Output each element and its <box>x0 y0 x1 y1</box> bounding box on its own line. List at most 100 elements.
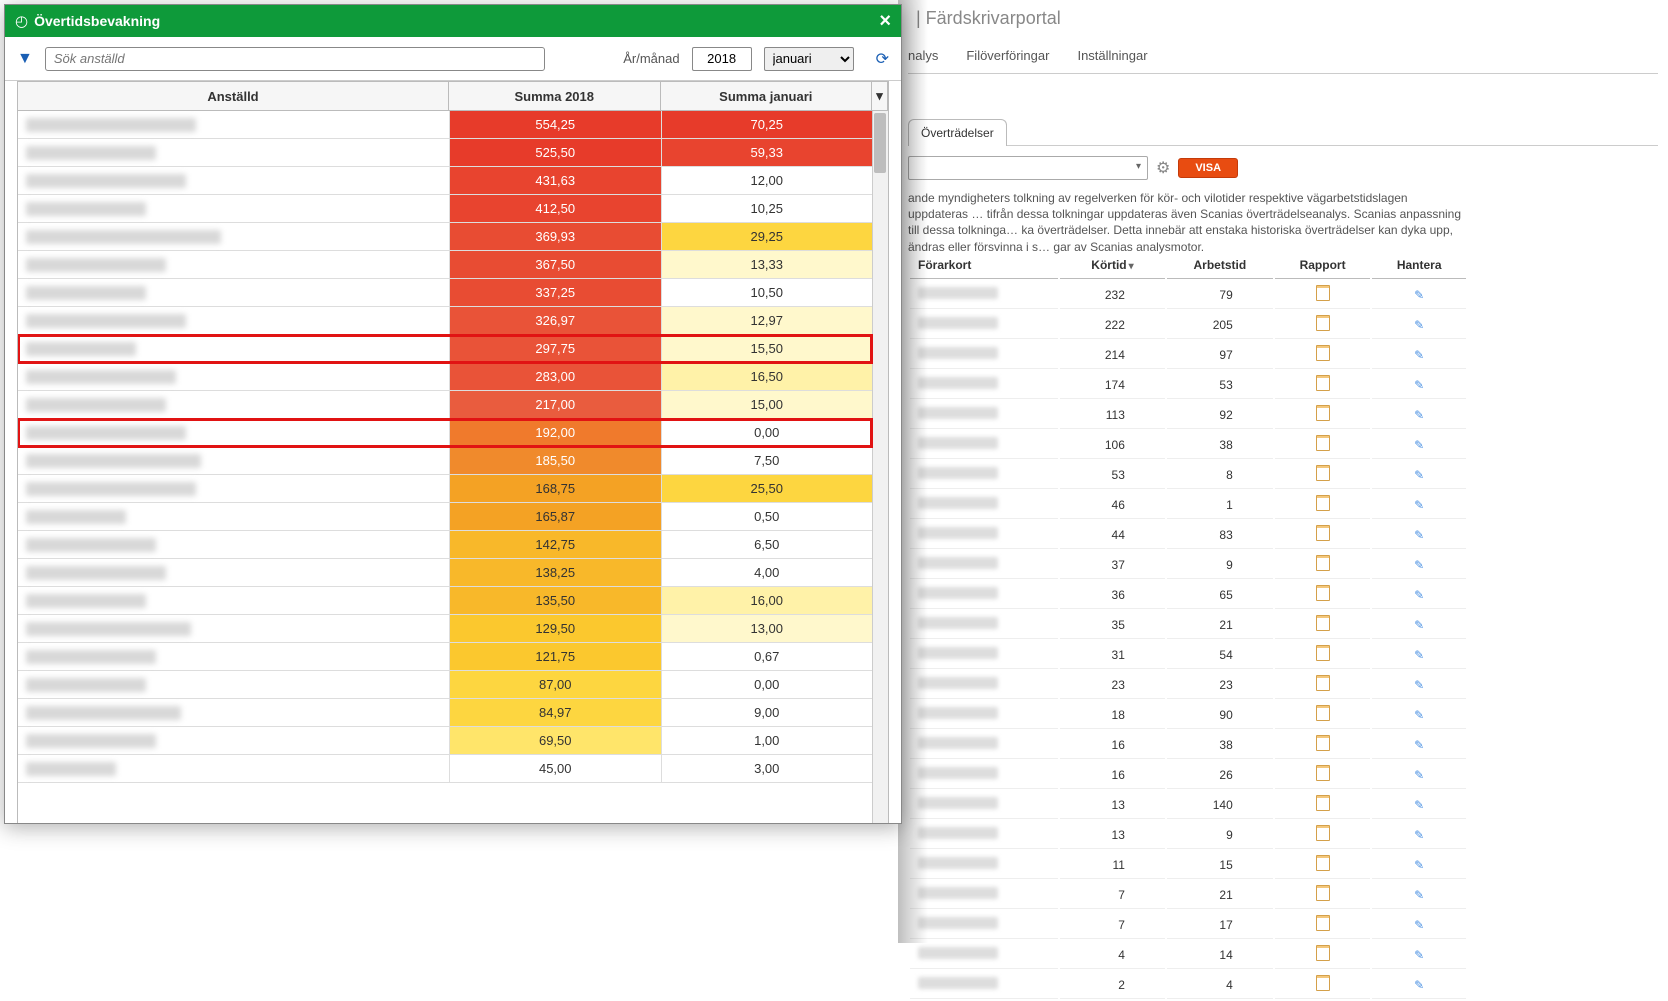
report-icon[interactable] <box>1316 320 1330 334</box>
hantera-cell[interactable]: ✎ <box>1372 371 1466 399</box>
hantera-cell[interactable]: ✎ <box>1372 641 1466 669</box>
table-row[interactable]: 367,5013,33 <box>18 251 872 279</box>
table-row[interactable]: 192,000,00 <box>18 419 872 447</box>
table-row[interactable]: 412,5010,25 <box>18 195 872 223</box>
rapport-cell[interactable] <box>1275 791 1371 819</box>
edit-icon[interactable]: ✎ <box>1414 828 1424 842</box>
table-row[interactable]: 17453✎ <box>910 371 1466 399</box>
rapport-cell[interactable] <box>1275 911 1371 939</box>
report-icon[interactable] <box>1316 680 1330 694</box>
hantera-cell[interactable]: ✎ <box>1372 341 1466 369</box>
table-row[interactable]: 379✎ <box>910 551 1466 579</box>
col-forarkort[interactable]: Förarkort <box>910 252 1058 279</box>
report-icon[interactable] <box>1316 350 1330 364</box>
rapport-cell[interactable] <box>1275 881 1371 909</box>
report-icon[interactable] <box>1316 980 1330 994</box>
rapport-cell[interactable] <box>1275 281 1371 309</box>
hantera-cell[interactable]: ✎ <box>1372 491 1466 519</box>
table-row[interactable]: 717✎ <box>910 911 1466 939</box>
hantera-cell[interactable]: ✎ <box>1372 551 1466 579</box>
close-icon[interactable]: × <box>879 10 891 33</box>
hantera-cell[interactable]: ✎ <box>1372 311 1466 339</box>
table-row[interactable]: 414✎ <box>910 941 1466 969</box>
hantera-cell[interactable]: ✎ <box>1372 401 1466 429</box>
rapport-cell[interactable] <box>1275 851 1371 879</box>
rapport-cell[interactable] <box>1275 401 1371 429</box>
rapport-cell[interactable] <box>1275 551 1371 579</box>
table-row[interactable]: 23279✎ <box>910 281 1466 309</box>
edit-icon[interactable]: ✎ <box>1414 648 1424 662</box>
table-row[interactable]: 84,979,00 <box>18 699 872 727</box>
edit-icon[interactable]: ✎ <box>1414 888 1424 902</box>
hantera-cell[interactable]: ✎ <box>1372 731 1466 759</box>
table-row[interactable]: 369,9329,25 <box>18 223 872 251</box>
table-row[interactable]: 138,254,00 <box>18 559 872 587</box>
table-row[interactable]: 13140✎ <box>910 791 1466 819</box>
report-icon[interactable] <box>1316 440 1330 454</box>
table-row[interactable]: 1890✎ <box>910 701 1466 729</box>
rapport-cell[interactable] <box>1275 761 1371 789</box>
edit-icon[interactable]: ✎ <box>1414 738 1424 752</box>
edit-icon[interactable]: ✎ <box>1414 378 1424 392</box>
edit-icon[interactable]: ✎ <box>1414 528 1424 542</box>
scrollbar-thumb[interactable] <box>874 113 886 173</box>
table-row[interactable]: 10638✎ <box>910 431 1466 459</box>
edit-icon[interactable]: ✎ <box>1414 408 1424 422</box>
table-row[interactable]: 121,750,67 <box>18 643 872 671</box>
vertical-scrollbar[interactable] <box>872 111 888 823</box>
rapport-cell[interactable] <box>1275 731 1371 759</box>
table-row[interactable]: 431,6312,00 <box>18 167 872 195</box>
rapport-cell[interactable] <box>1275 341 1371 369</box>
report-icon[interactable] <box>1316 530 1330 544</box>
table-row[interactable]: 11392✎ <box>910 401 1466 429</box>
hantera-cell[interactable]: ✎ <box>1372 821 1466 849</box>
rapport-cell[interactable] <box>1275 431 1371 459</box>
tab-installningar[interactable]: Inställningar <box>1077 48 1147 63</box>
gear-icon[interactable]: ⚙ <box>1156 158 1170 178</box>
edit-icon[interactable]: ✎ <box>1414 558 1424 572</box>
rapport-cell[interactable] <box>1275 491 1371 519</box>
col-arbetstid[interactable]: Arbetstid <box>1167 252 1273 279</box>
table-row[interactable]: 538✎ <box>910 461 1466 489</box>
report-icon[interactable] <box>1316 470 1330 484</box>
table-row[interactable]: 69,501,00 <box>18 727 872 755</box>
col-rapport[interactable]: Rapport <box>1275 252 1371 279</box>
edit-icon[interactable]: ✎ <box>1414 918 1424 932</box>
report-icon[interactable] <box>1316 920 1330 934</box>
hantera-cell[interactable]: ✎ <box>1372 791 1466 819</box>
edit-icon[interactable]: ✎ <box>1414 318 1424 332</box>
table-row[interactable]: 3521✎ <box>910 611 1466 639</box>
hantera-cell[interactable]: ✎ <box>1372 761 1466 789</box>
tab-filoverforingar[interactable]: Filöverföringar <box>966 48 1049 63</box>
table-row[interactable]: 1626✎ <box>910 761 1466 789</box>
edit-icon[interactable]: ✎ <box>1414 978 1424 992</box>
rapport-cell[interactable] <box>1275 971 1371 999</box>
hantera-cell[interactable]: ✎ <box>1372 971 1466 999</box>
table-row[interactable]: 217,0015,00 <box>18 391 872 419</box>
month-select[interactable]: januari <box>764 47 854 71</box>
rapport-cell[interactable] <box>1275 611 1371 639</box>
table-row[interactable]: 461✎ <box>910 491 1466 519</box>
col-sum-month[interactable]: Summa januari <box>661 82 873 110</box>
table-row[interactable]: 165,870,50 <box>18 503 872 531</box>
rapport-cell[interactable] <box>1275 461 1371 489</box>
table-row[interactable]: 3154✎ <box>910 641 1466 669</box>
rapport-cell[interactable] <box>1275 701 1371 729</box>
table-row[interactable]: 326,9712,97 <box>18 307 872 335</box>
rapport-cell[interactable] <box>1275 671 1371 699</box>
edit-icon[interactable]: ✎ <box>1414 858 1424 872</box>
table-row[interactable]: 168,7525,50 <box>18 475 872 503</box>
subtab-overtradelser[interactable]: Överträdelser <box>908 119 1007 146</box>
edit-icon[interactable]: ✎ <box>1414 468 1424 482</box>
table-row[interactable]: 4483✎ <box>910 521 1466 549</box>
report-icon[interactable] <box>1316 620 1330 634</box>
rapport-cell[interactable] <box>1275 311 1371 339</box>
edit-icon[interactable]: ✎ <box>1414 438 1424 452</box>
table-row[interactable]: 87,000,00 <box>18 671 872 699</box>
edit-icon[interactable]: ✎ <box>1414 768 1424 782</box>
table-row[interactable]: 129,5013,00 <box>18 615 872 643</box>
col-employee[interactable]: Anställd <box>18 82 449 110</box>
table-row[interactable]: 24✎ <box>910 971 1466 999</box>
edit-icon[interactable]: ✎ <box>1414 588 1424 602</box>
edit-icon[interactable]: ✎ <box>1414 708 1424 722</box>
